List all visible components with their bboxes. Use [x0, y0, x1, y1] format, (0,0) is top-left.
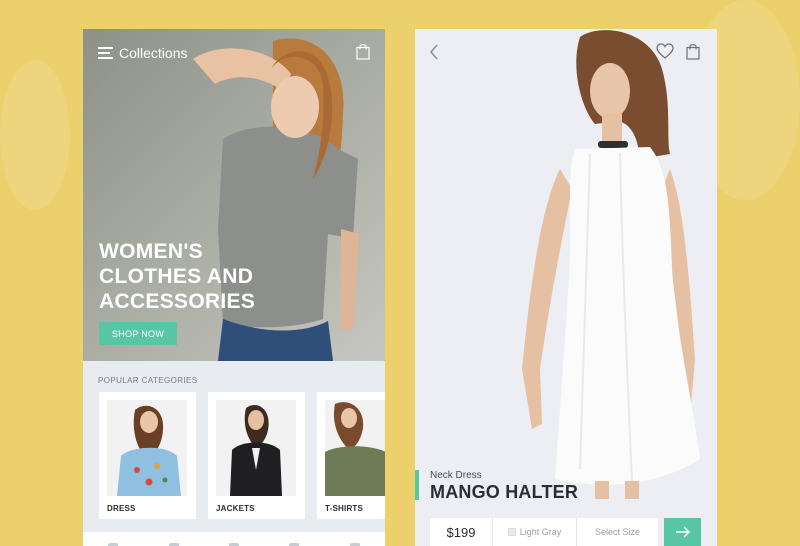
product-model-image [522, 30, 700, 499]
shopping-bag-icon[interactable] [686, 43, 700, 60]
menu-icon[interactable] [98, 47, 113, 59]
shop-now-button[interactable]: SHOP NOW [99, 322, 177, 345]
category-label: JACKETS [216, 504, 255, 513]
next-button[interactable] [664, 518, 701, 546]
hero-title: WOMEN'S CLOTHES AND ACCESSORIES [99, 239, 299, 314]
size-selector[interactable]: Select Size [576, 518, 658, 546]
background-decoration [0, 60, 70, 210]
category-label: DRESS [107, 504, 136, 513]
screen-title: Collections [119, 45, 188, 61]
category-image [325, 400, 385, 496]
accent-bar [415, 470, 419, 500]
category-card-dress[interactable]: DRESS [99, 392, 196, 519]
hero-banner: Collections WOMEN'S CLOTHES AND ACCESSOR… [83, 29, 385, 361]
category-image [107, 400, 187, 496]
product-price: $199 [446, 524, 476, 540]
chevron-left-icon[interactable] [429, 44, 439, 60]
color-swatch [507, 528, 516, 536]
category-image [216, 400, 296, 496]
color-selector[interactable]: Light Gray [492, 518, 576, 546]
product-subtitle: Neck Dress [430, 470, 482, 481]
category-card-jackets[interactable]: JACKETS [208, 392, 305, 519]
purchase-bar: $199 Light Gray Select Size [430, 518, 658, 546]
color-label: Light Gray [519, 527, 562, 537]
top-bar: Collections [98, 43, 370, 63]
hero-title-line: CLOTHES AND [99, 265, 254, 288]
category-label: T-SHIRTS [325, 504, 364, 513]
shopping-bag-icon[interactable] [356, 43, 370, 60]
collections-screen: Collections WOMEN'S CLOTHES AND ACCESSOR… [83, 29, 385, 546]
heart-icon[interactable] [656, 43, 674, 59]
popular-categories-section: POPULAR CATEGORIES DRESS JACKETS T-SHIRT… [83, 361, 385, 546]
hero-title-line: WOMEN'S [99, 240, 203, 263]
arrow-right-icon [675, 526, 690, 538]
product-name: MANGO HALTER [430, 482, 579, 502]
bottom-tab-bar [83, 532, 385, 546]
section-heading: POPULAR CATEGORIES [98, 376, 198, 385]
hero-title-line: ACCESSORIES [99, 290, 256, 313]
category-card-t-shirts[interactable]: T-SHIRTS [317, 392, 385, 519]
product-detail-screen: Neck Dress MANGO HALTER $199 Light Gray … [415, 29, 717, 546]
